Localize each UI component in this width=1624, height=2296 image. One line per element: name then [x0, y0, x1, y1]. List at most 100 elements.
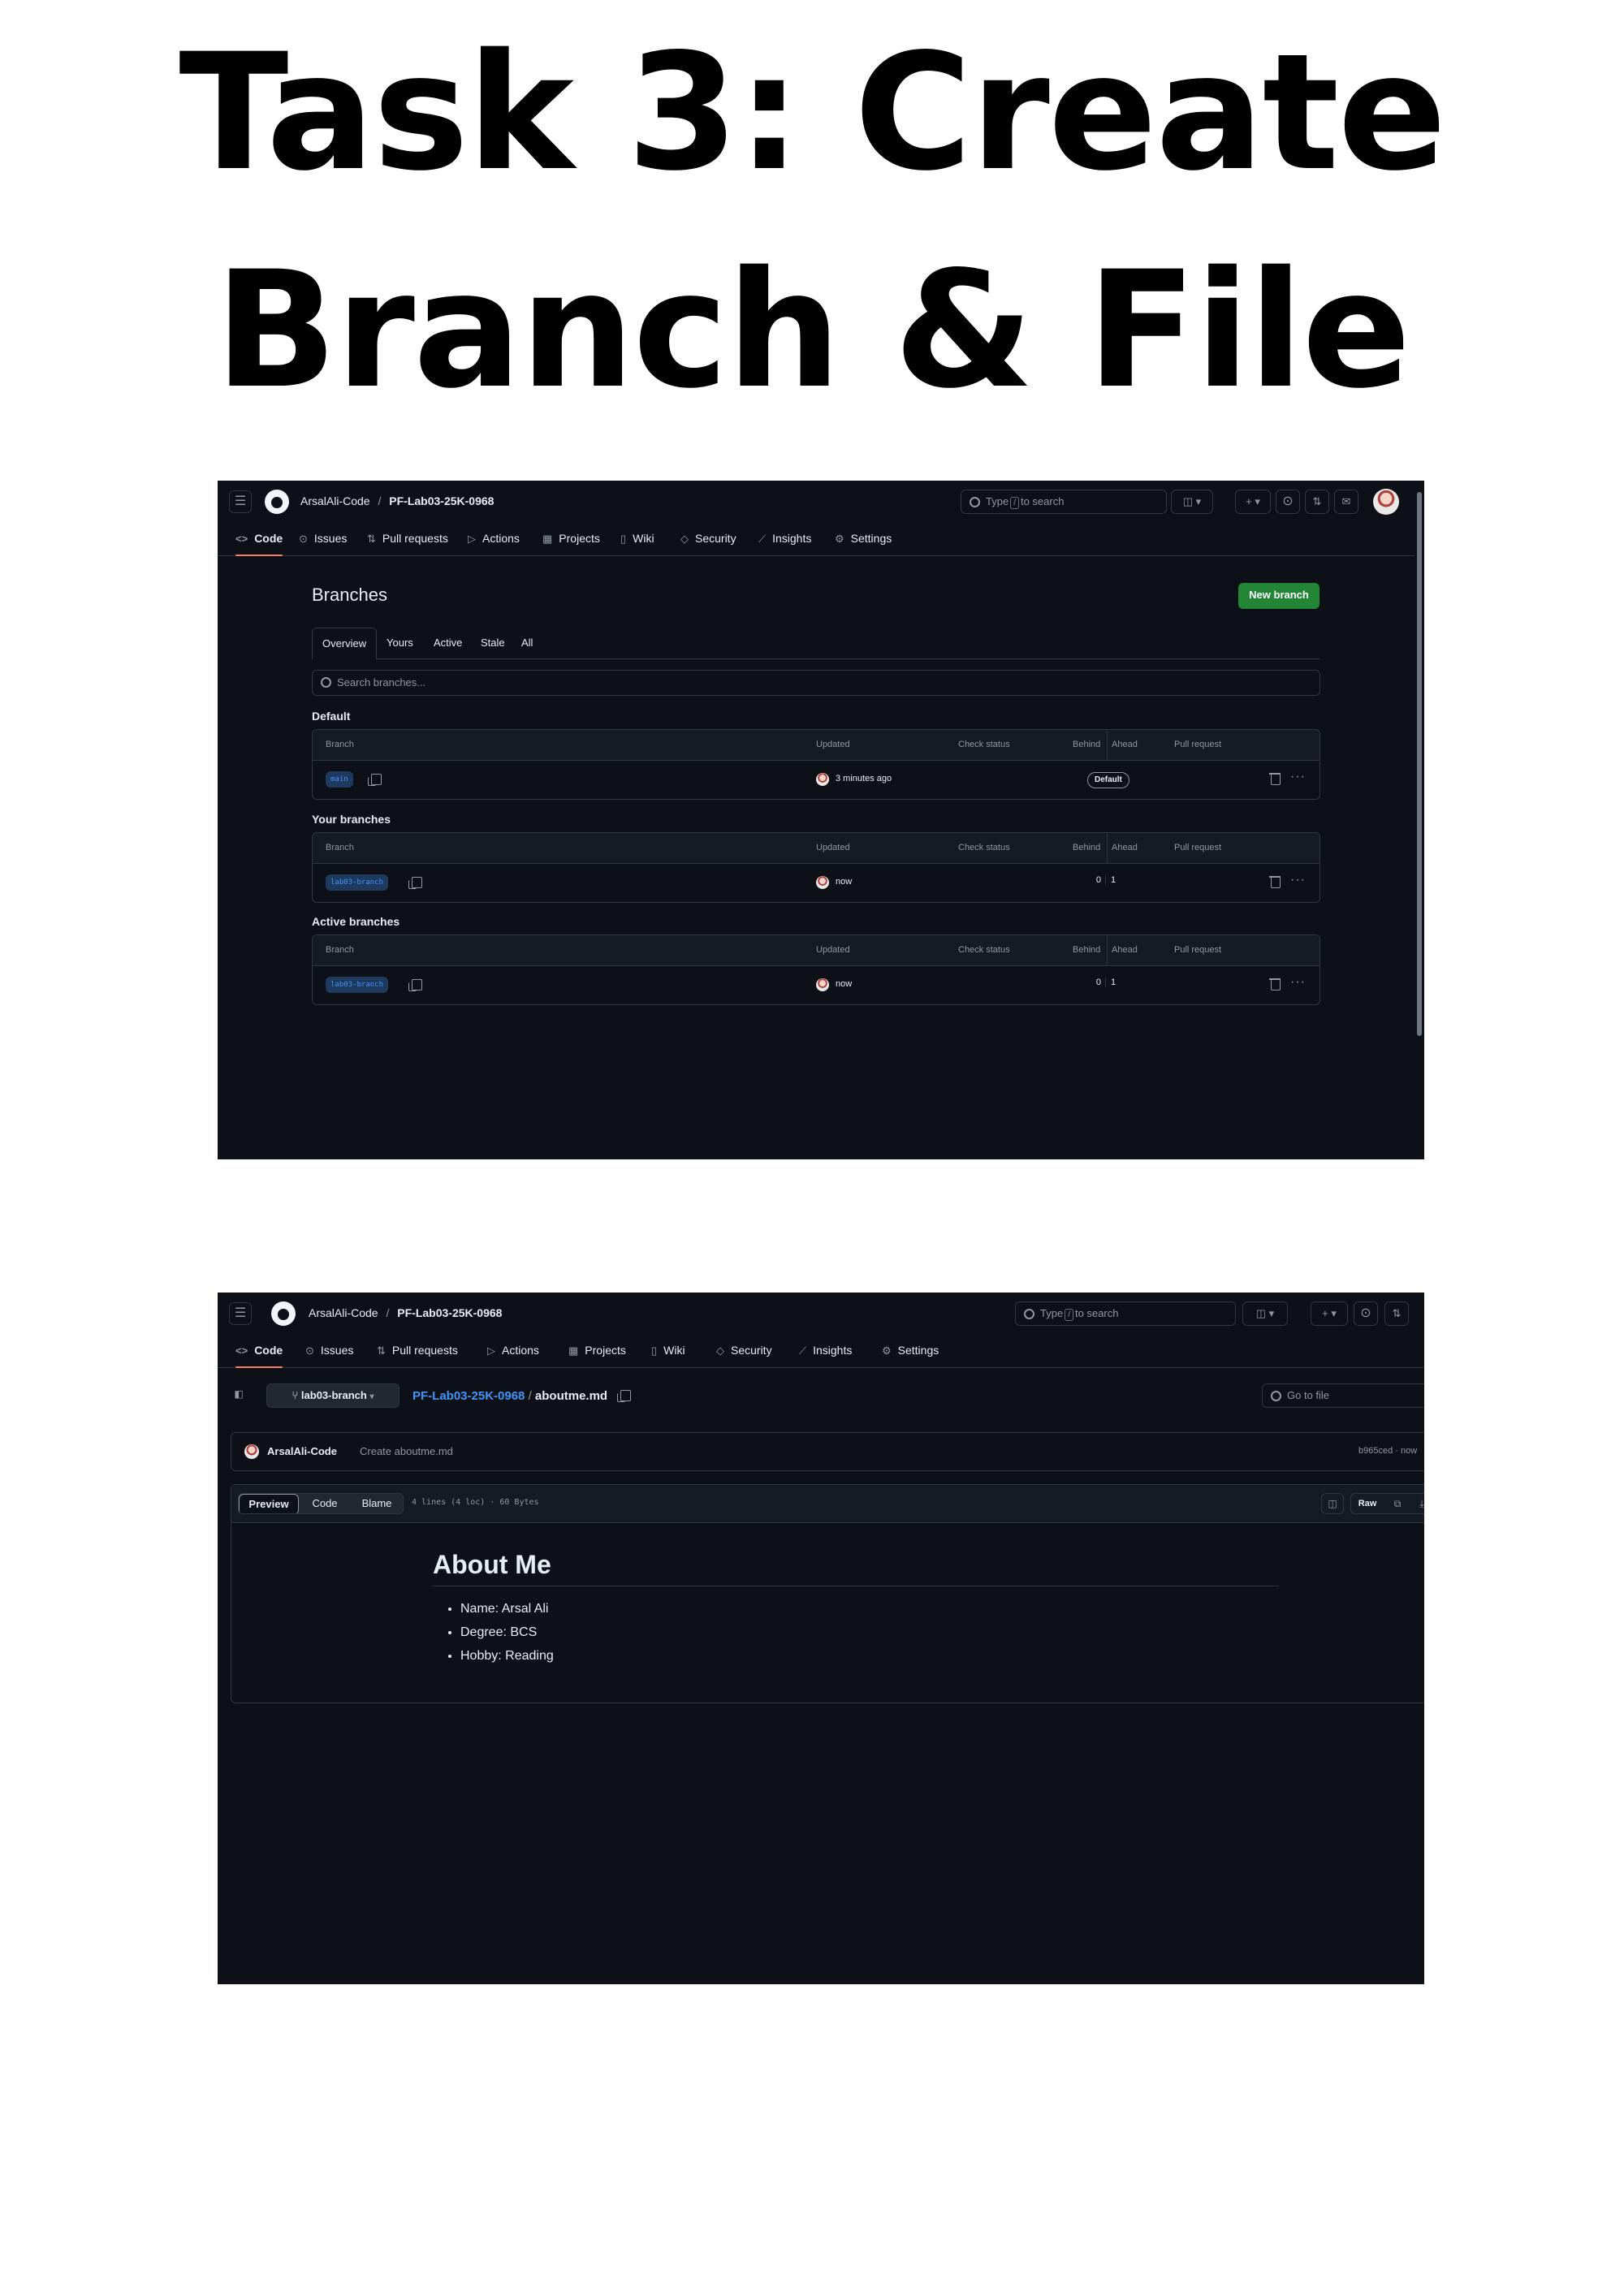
github-logo-icon[interactable] [265, 490, 289, 514]
trash-icon[interactable] [1269, 876, 1281, 888]
tab-settings[interactable]: ⚙ Settings [882, 1333, 939, 1368]
tab-security[interactable]: ◇ Security [716, 1333, 772, 1368]
trash-icon[interactable] [1269, 978, 1281, 990]
trash-icon[interactable] [1269, 773, 1281, 785]
copy-icon[interactable] [368, 774, 382, 786]
owner-link[interactable]: ArsalAli-Code [300, 494, 370, 507]
filter-all[interactable]: All [512, 628, 542, 658]
filter-yours[interactable]: Yours [377, 628, 423, 658]
tab-projects[interactable]: ▦ Projects [542, 521, 600, 556]
tab-label: Code [254, 532, 283, 545]
pull-requests-icon[interactable]: ⇅ [1305, 490, 1329, 514]
issues-icon[interactable]: ⊙ [1276, 490, 1300, 514]
tab-insights[interactable]: ⟋ Insights [758, 521, 811, 556]
tab-insights[interactable]: ⟋ Insights [799, 1333, 852, 1368]
blame-tab[interactable]: Blame [351, 1494, 403, 1513]
scrollbar-thumb[interactable] [1417, 492, 1422, 1036]
repo-link[interactable]: PF-Lab03-25K-0968 [389, 494, 494, 507]
copy-icon[interactable] [408, 979, 422, 991]
copilot-icon[interactable]: ◫ [1321, 1493, 1344, 1514]
tab-pull-requests[interactable]: ⇅ Pull requests [367, 521, 448, 556]
commit-author[interactable]: ArsalAli-Code [267, 1445, 337, 1457]
col-updated: Updated [816, 843, 850, 852]
copy-raw-icon[interactable]: ⧉ [1385, 1494, 1410, 1513]
raw-button[interactable]: Raw [1351, 1494, 1384, 1513]
commit-message[interactable]: Create aboutme.md [360, 1445, 453, 1457]
your-branches-table: Branch Updated Check status Behind Ahead… [312, 832, 1320, 903]
updated-time: 3 minutes ago [836, 774, 892, 783]
book-icon: ▯ [651, 1344, 658, 1357]
table-row: lab03-branch now 0 1 ··· [313, 863, 1320, 902]
col-branch: Branch [326, 843, 354, 852]
section-title-default: Default [312, 710, 351, 723]
file-path: PF-Lab03-25K-0968 / aboutme.md [412, 1388, 632, 1403]
tab-label: Pull requests [391, 1344, 458, 1357]
menu-icon[interactable]: ☰ [229, 1302, 252, 1325]
updated-time: now [836, 979, 853, 989]
tab-actions[interactable]: ▷ Actions [468, 521, 520, 556]
tab-label: Insights [813, 1344, 853, 1357]
global-search[interactable]: Type / to search [961, 490, 1167, 514]
filter-stale[interactable]: Stale [471, 628, 515, 658]
owner-link[interactable]: ArsalAli-Code [309, 1306, 378, 1319]
tab-wiki[interactable]: ▯ Wiki [651, 1333, 685, 1368]
avatar[interactable] [1373, 489, 1399, 515]
more-options-icon[interactable]: ··· [1290, 873, 1306, 887]
branch-name-link[interactable]: lab03-branch [326, 874, 389, 891]
col-ahead: Ahead [1107, 730, 1138, 760]
preview-tab[interactable]: Preview [239, 1494, 299, 1513]
more-options-icon[interactable]: ··· [1290, 770, 1306, 784]
file-name: aboutme.md [534, 1389, 608, 1403]
filter-overview[interactable]: Overview [312, 628, 378, 659]
copy-path-icon[interactable] [617, 1390, 632, 1402]
branch-selector[interactable]: ⑂ lab03-branch ▾ [266, 1383, 400, 1408]
filter-active[interactable]: Active [424, 628, 472, 658]
table-row: lab03-branch now 0 1 ··· [313, 965, 1320, 1004]
branch-name-link[interactable]: main [326, 771, 353, 788]
tab-wiki[interactable]: ▯ Wiki [620, 521, 654, 556]
create-new-button[interactable]: + ▾ [1235, 490, 1271, 514]
branch-filter-tabs: Overview Yours Active Stale All [312, 628, 1320, 659]
go-to-file-input[interactable]: Go to file [1262, 1383, 1424, 1408]
search-shortcut-key: / [1065, 1309, 1073, 1321]
tab-settings[interactable]: ⚙ Settings [835, 521, 892, 556]
branch-search-input[interactable]: Search branches... [312, 670, 1320, 696]
repo-root-link[interactable]: PF-Lab03-25K-0968 [412, 1389, 525, 1403]
menu-icon[interactable]: ☰ [229, 490, 252, 513]
tab-security[interactable]: ◇ Security [680, 521, 736, 556]
scrollbar[interactable] [1415, 481, 1424, 1159]
commit-meta[interactable]: b965ced · now [1358, 1446, 1417, 1456]
pull-requests-icon[interactable]: ⇅ [1384, 1301, 1409, 1326]
download-icon[interactable]: ⤓ [1410, 1494, 1424, 1513]
tab-actions[interactable]: ▷ Actions [487, 1333, 539, 1368]
tab-code[interactable]: <> Code [235, 1333, 283, 1368]
tab-label: Actions [482, 532, 520, 545]
inbox-icon[interactable]: ✉ [1334, 490, 1358, 514]
col-pull-request: Pull request [1174, 740, 1222, 749]
issues-icon[interactable]: ⊙ [1354, 1301, 1378, 1326]
tab-pull-requests[interactable]: ⇅ Pull requests [377, 1333, 458, 1368]
new-branch-button[interactable]: New branch [1238, 583, 1320, 609]
tab-projects[interactable]: ▦ Projects [568, 1333, 626, 1368]
more-options-icon[interactable]: ··· [1290, 975, 1306, 990]
repo-link[interactable]: PF-Lab03-25K-0968 [397, 1306, 502, 1319]
sidebar-toggle-icon[interactable]: ◧ [229, 1385, 248, 1405]
code-tab[interactable]: Code [300, 1494, 349, 1513]
file-toolbar: Preview Code Blame 4 lines (4 loc) · 60 … [231, 1485, 1424, 1523]
create-new-button[interactable]: + ▾ [1311, 1301, 1348, 1326]
book-icon: ▯ [620, 533, 627, 545]
copy-icon[interactable] [408, 877, 422, 889]
global-search[interactable]: Type / to search [1015, 1301, 1236, 1326]
table-header: Branch Updated Check status Behind Ahead… [313, 935, 1320, 966]
tab-code[interactable]: <> Code [235, 521, 283, 556]
copilot-icon[interactable]: ◫ ▾ [1242, 1301, 1288, 1326]
shield-icon: ◇ [716, 1344, 724, 1357]
col-branch: Branch [326, 945, 354, 955]
branch-name-link[interactable]: lab03-branch [326, 977, 389, 993]
breadcrumb: ArsalAli-Code / PF-Lab03-25K-0968 [300, 494, 494, 507]
copilot-icon[interactable]: ◫ ▾ [1171, 490, 1213, 514]
tab-issues[interactable]: ⊙ Issues [299, 521, 347, 556]
tab-issues[interactable]: ⊙ Issues [305, 1333, 353, 1368]
list-item: Hobby: Reading [460, 1644, 554, 1668]
github-logo-icon[interactable] [271, 1301, 296, 1326]
